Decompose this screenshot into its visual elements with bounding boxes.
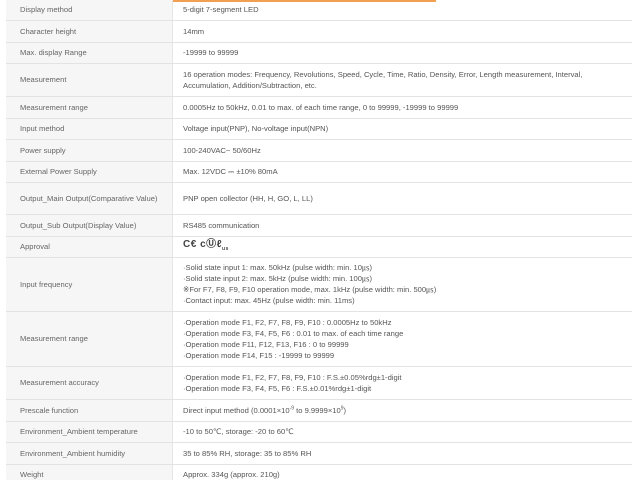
table-row: Input method Voltage input(PNP), No-volt… — [6, 118, 632, 140]
certification-marks: C€ cⓊℓus — [183, 238, 229, 252]
spec-value: 16 operation modes: Frequency, Revolutio… — [172, 63, 632, 97]
spec-value: C€ cⓊℓus — [172, 236, 632, 258]
spec-key: Output_Main Output(Comparative Value) — [6, 182, 173, 215]
spec-key: Approval — [6, 236, 173, 258]
table-row: Environment_Ambient humidity 35 to 85% R… — [6, 442, 632, 465]
table-row: External Power Supply Max. 12VDC ⎓ ±10% … — [6, 161, 632, 183]
ce-mark-icon: C€ — [183, 238, 197, 250]
table-row: Input frequency ·Solid state input 1: ma… — [6, 257, 632, 312]
spec-key: Output_Sub Output(Display Value) — [6, 214, 173, 237]
spec-key: Measurement range — [6, 311, 173, 367]
ul-mark-icon: Ⓤℓ — [206, 238, 223, 250]
table-row: Measurement range 0.0005Hz to 50kHz, 0.0… — [6, 96, 632, 119]
spec-table: Display method 5-digit 7-segment LED Cha… — [6, 0, 632, 480]
spec-value: Approx. 334g (approx. 210g) — [172, 464, 632, 480]
spec-key: Weight — [6, 464, 173, 480]
spec-key: Measurement — [6, 63, 173, 97]
table-row: Power supply 100-240VAC~ 50/60Hz — [6, 139, 632, 162]
spec-key: Input method — [6, 118, 173, 140]
table-row: Measurement accuracy ·Operation mode F1,… — [6, 366, 632, 400]
spec-value: -19999 to 99999 — [172, 42, 632, 64]
spec-value: Voltage input(PNP), No-voltage input(NPN… — [172, 118, 632, 140]
spec-key: Prescale function — [6, 399, 173, 422]
spec-value: 5-digit 7-segment LED — [172, 0, 632, 21]
table-row: Max. display Range -19999 to 99999 — [6, 42, 632, 64]
table-row: Approval C€ cⓊℓus — [6, 236, 632, 258]
spec-key: Measurement range — [6, 96, 173, 119]
spec-key: Measurement accuracy — [6, 366, 173, 400]
table-row: Output_Sub Output(Display Value) RS485 c… — [6, 214, 632, 237]
spec-key: Input frequency — [6, 257, 173, 312]
spec-value: ·Solid state input 1: max. 50kHz (pulse … — [172, 257, 632, 312]
table-row: Display method 5-digit 7-segment LED — [6, 0, 632, 21]
spec-value: RS485 communication — [172, 214, 632, 237]
spec-key: Environment_Ambient temperature — [6, 421, 173, 443]
spec-value: 0.0005Hz to 50kHz, 0.01 to max. of each … — [172, 96, 632, 119]
table-row: Output_Main Output(Comparative Value) PN… — [6, 182, 632, 215]
spec-page: Display method 5-digit 7-segment LED Cha… — [0, 0, 640, 480]
spec-value: 14mm — [172, 20, 632, 43]
spec-value: 100-240VAC~ 50/60Hz — [172, 139, 632, 162]
table-row: Measurement 16 operation modes: Frequenc… — [6, 63, 632, 97]
spec-value: -10 to 50℃, storage: -20 to 60℃ — [172, 421, 632, 443]
table-row: Environment_Ambient temperature -10 to 5… — [6, 421, 632, 443]
spec-value: 35 to 85% RH, storage: 35 to 85% RH — [172, 442, 632, 465]
table-row: Character height 14mm — [6, 20, 632, 43]
spec-value: Max. 12VDC ⎓ ±10% 80mA — [172, 161, 632, 183]
spec-value: ·Operation mode F1, F2, F7, F8, F9, F10 … — [172, 311, 632, 367]
spec-key: Max. display Range — [6, 42, 173, 64]
table-row: Weight Approx. 334g (approx. 210g) — [6, 464, 632, 480]
spec-key: Environment_Ambient humidity — [6, 442, 173, 465]
spec-key: External Power Supply — [6, 161, 173, 183]
spec-key: Power supply — [6, 139, 173, 162]
us-mark-icon: us — [222, 245, 229, 252]
spec-value: PNP open collector (HH, H, GO, L, LL) — [172, 182, 632, 215]
table-row: Prescale function Direct input method (0… — [6, 399, 632, 422]
spec-value: ·Operation mode F1, F2, F7, F8, F9, F10 … — [172, 366, 632, 400]
table-row: Measurement range ·Operation mode F1, F2… — [6, 311, 632, 367]
spec-key: Display method — [6, 0, 173, 21]
spec-value: Direct input method (0.0001×10-9 to 9.99… — [172, 399, 632, 422]
spec-key: Character height — [6, 20, 173, 43]
